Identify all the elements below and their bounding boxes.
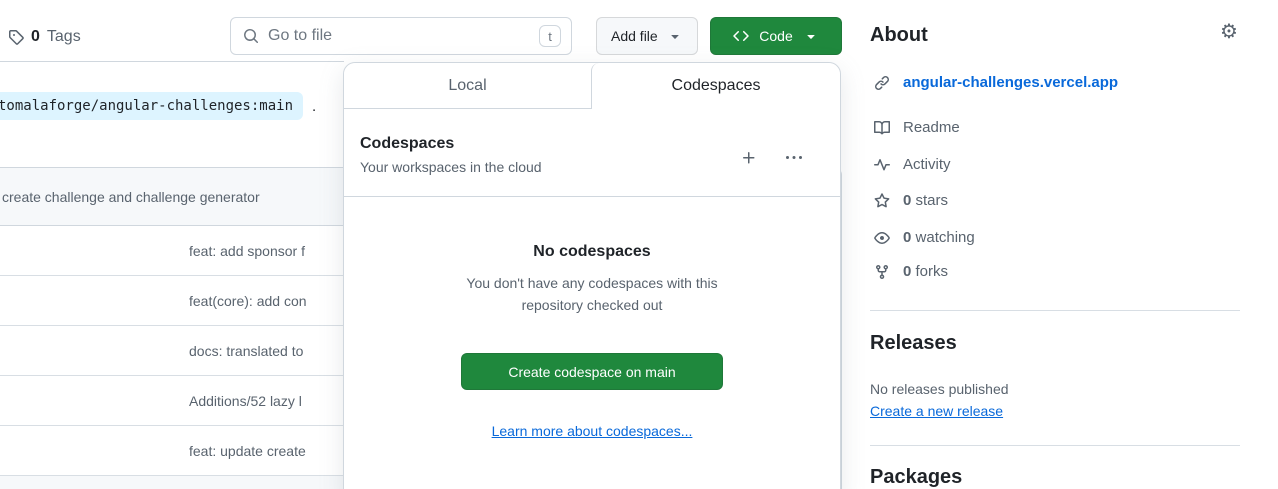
commit-message[interactable]: Additions/52 lazy l (189, 393, 302, 409)
no-releases-text: No releases published (870, 381, 1009, 397)
pulse-icon (874, 157, 890, 173)
snippet-period: . (312, 98, 316, 115)
website-url: angular-challenges.vercel.app (903, 74, 1118, 91)
code-dropdown-tabs: Local Codespaces (344, 63, 840, 109)
fork-icon (874, 264, 890, 280)
latest-commit-message[interactable]: create challenge and challenge generator (2, 189, 260, 205)
sidebar-item-activity[interactable]: Activity (874, 156, 951, 173)
kebab-menu-icon[interactable] (786, 150, 802, 166)
commit-message[interactable]: feat(core): add con (189, 293, 307, 309)
about-sidebar: About ⚙ angular-challenges.vercel.app Re… (870, 0, 1240, 489)
stars-count: 0 (903, 192, 911, 209)
chevron-down-icon (803, 28, 819, 44)
sidebar-divider (870, 310, 1240, 311)
gear-icon[interactable]: ⚙ (1220, 22, 1238, 42)
sidebar-item-stars[interactable]: 0 stars (874, 192, 948, 209)
code-button[interactable]: Code (710, 17, 842, 55)
search-icon (243, 28, 259, 44)
tag-icon (8, 29, 24, 45)
empty-state-title: No codespaces (344, 243, 840, 261)
header-divider (0, 61, 344, 62)
star-icon (874, 193, 890, 209)
website-link[interactable]: angular-challenges.vercel.app (874, 74, 1118, 91)
sidebar-item-label: stars (916, 192, 949, 209)
sidebar-item-label: forks (916, 263, 949, 280)
codespaces-actions (741, 150, 802, 166)
add-file-label: Add file (611, 28, 658, 44)
add-file-button[interactable]: Add file (596, 17, 698, 55)
code-icon (733, 28, 749, 44)
tags-count: 0 (31, 28, 40, 46)
sidebar-item-readme[interactable]: Readme (874, 119, 960, 136)
branch-ref-snippet: tomalaforge/angular-challenges:main (0, 92, 303, 120)
codespaces-header: Codespaces Your workspaces in the cloud (344, 109, 840, 175)
create-codespace-button[interactable]: Create codespace on main (461, 353, 722, 390)
packages-heading: Packages (870, 466, 962, 489)
go-to-file-search[interactable]: t (230, 17, 572, 55)
tab-local[interactable]: Local (344, 63, 591, 109)
create-release-link[interactable]: Create a new release (870, 403, 1003, 419)
sidebar-item-label: Activity (903, 156, 951, 173)
eye-icon (874, 230, 890, 246)
empty-state-description: You don't have any codespaces with this … (447, 273, 737, 316)
sidebar-item-forks[interactable]: 0 forks (874, 263, 948, 280)
code-dropdown-panel: Local Codespaces Codespaces Your workspa… (343, 62, 841, 489)
tags-link[interactable]: 0 Tags (8, 28, 81, 46)
sidebar-item-label: Readme (903, 119, 960, 136)
about-heading: About (870, 24, 928, 47)
book-icon (874, 120, 890, 136)
shortcut-key-badge: t (539, 25, 561, 47)
plus-icon[interactable] (741, 150, 757, 166)
commit-message[interactable]: feat: update create (189, 443, 306, 459)
sidebar-item-watching[interactable]: 0 watching (874, 229, 975, 246)
chevron-down-icon (667, 28, 683, 44)
code-label: Code (759, 28, 792, 44)
tags-label: Tags (47, 28, 81, 46)
search-input[interactable] (268, 27, 530, 45)
repo-page: tomalaforge/angular-challenges:main . cr… (0, 0, 1278, 489)
forks-count: 0 (903, 263, 911, 280)
codespaces-empty-state: No codespaces You don't have any codespa… (344, 243, 840, 441)
commit-message[interactable]: docs: translated to (189, 343, 303, 359)
commit-message[interactable]: feat: add sponsor f (189, 243, 305, 259)
releases-heading: Releases (870, 332, 957, 355)
watching-count: 0 (903, 229, 911, 246)
panel-divider (344, 196, 840, 197)
tab-codespaces[interactable]: Codespaces (591, 63, 840, 109)
fork-notice: tomalaforge/angular-challenges:main . (0, 92, 316, 120)
learn-more-link[interactable]: Learn more about codespaces... (492, 423, 693, 439)
sidebar-item-label: watching (916, 229, 975, 246)
sidebar-divider (870, 445, 1240, 446)
link-icon (874, 75, 890, 91)
